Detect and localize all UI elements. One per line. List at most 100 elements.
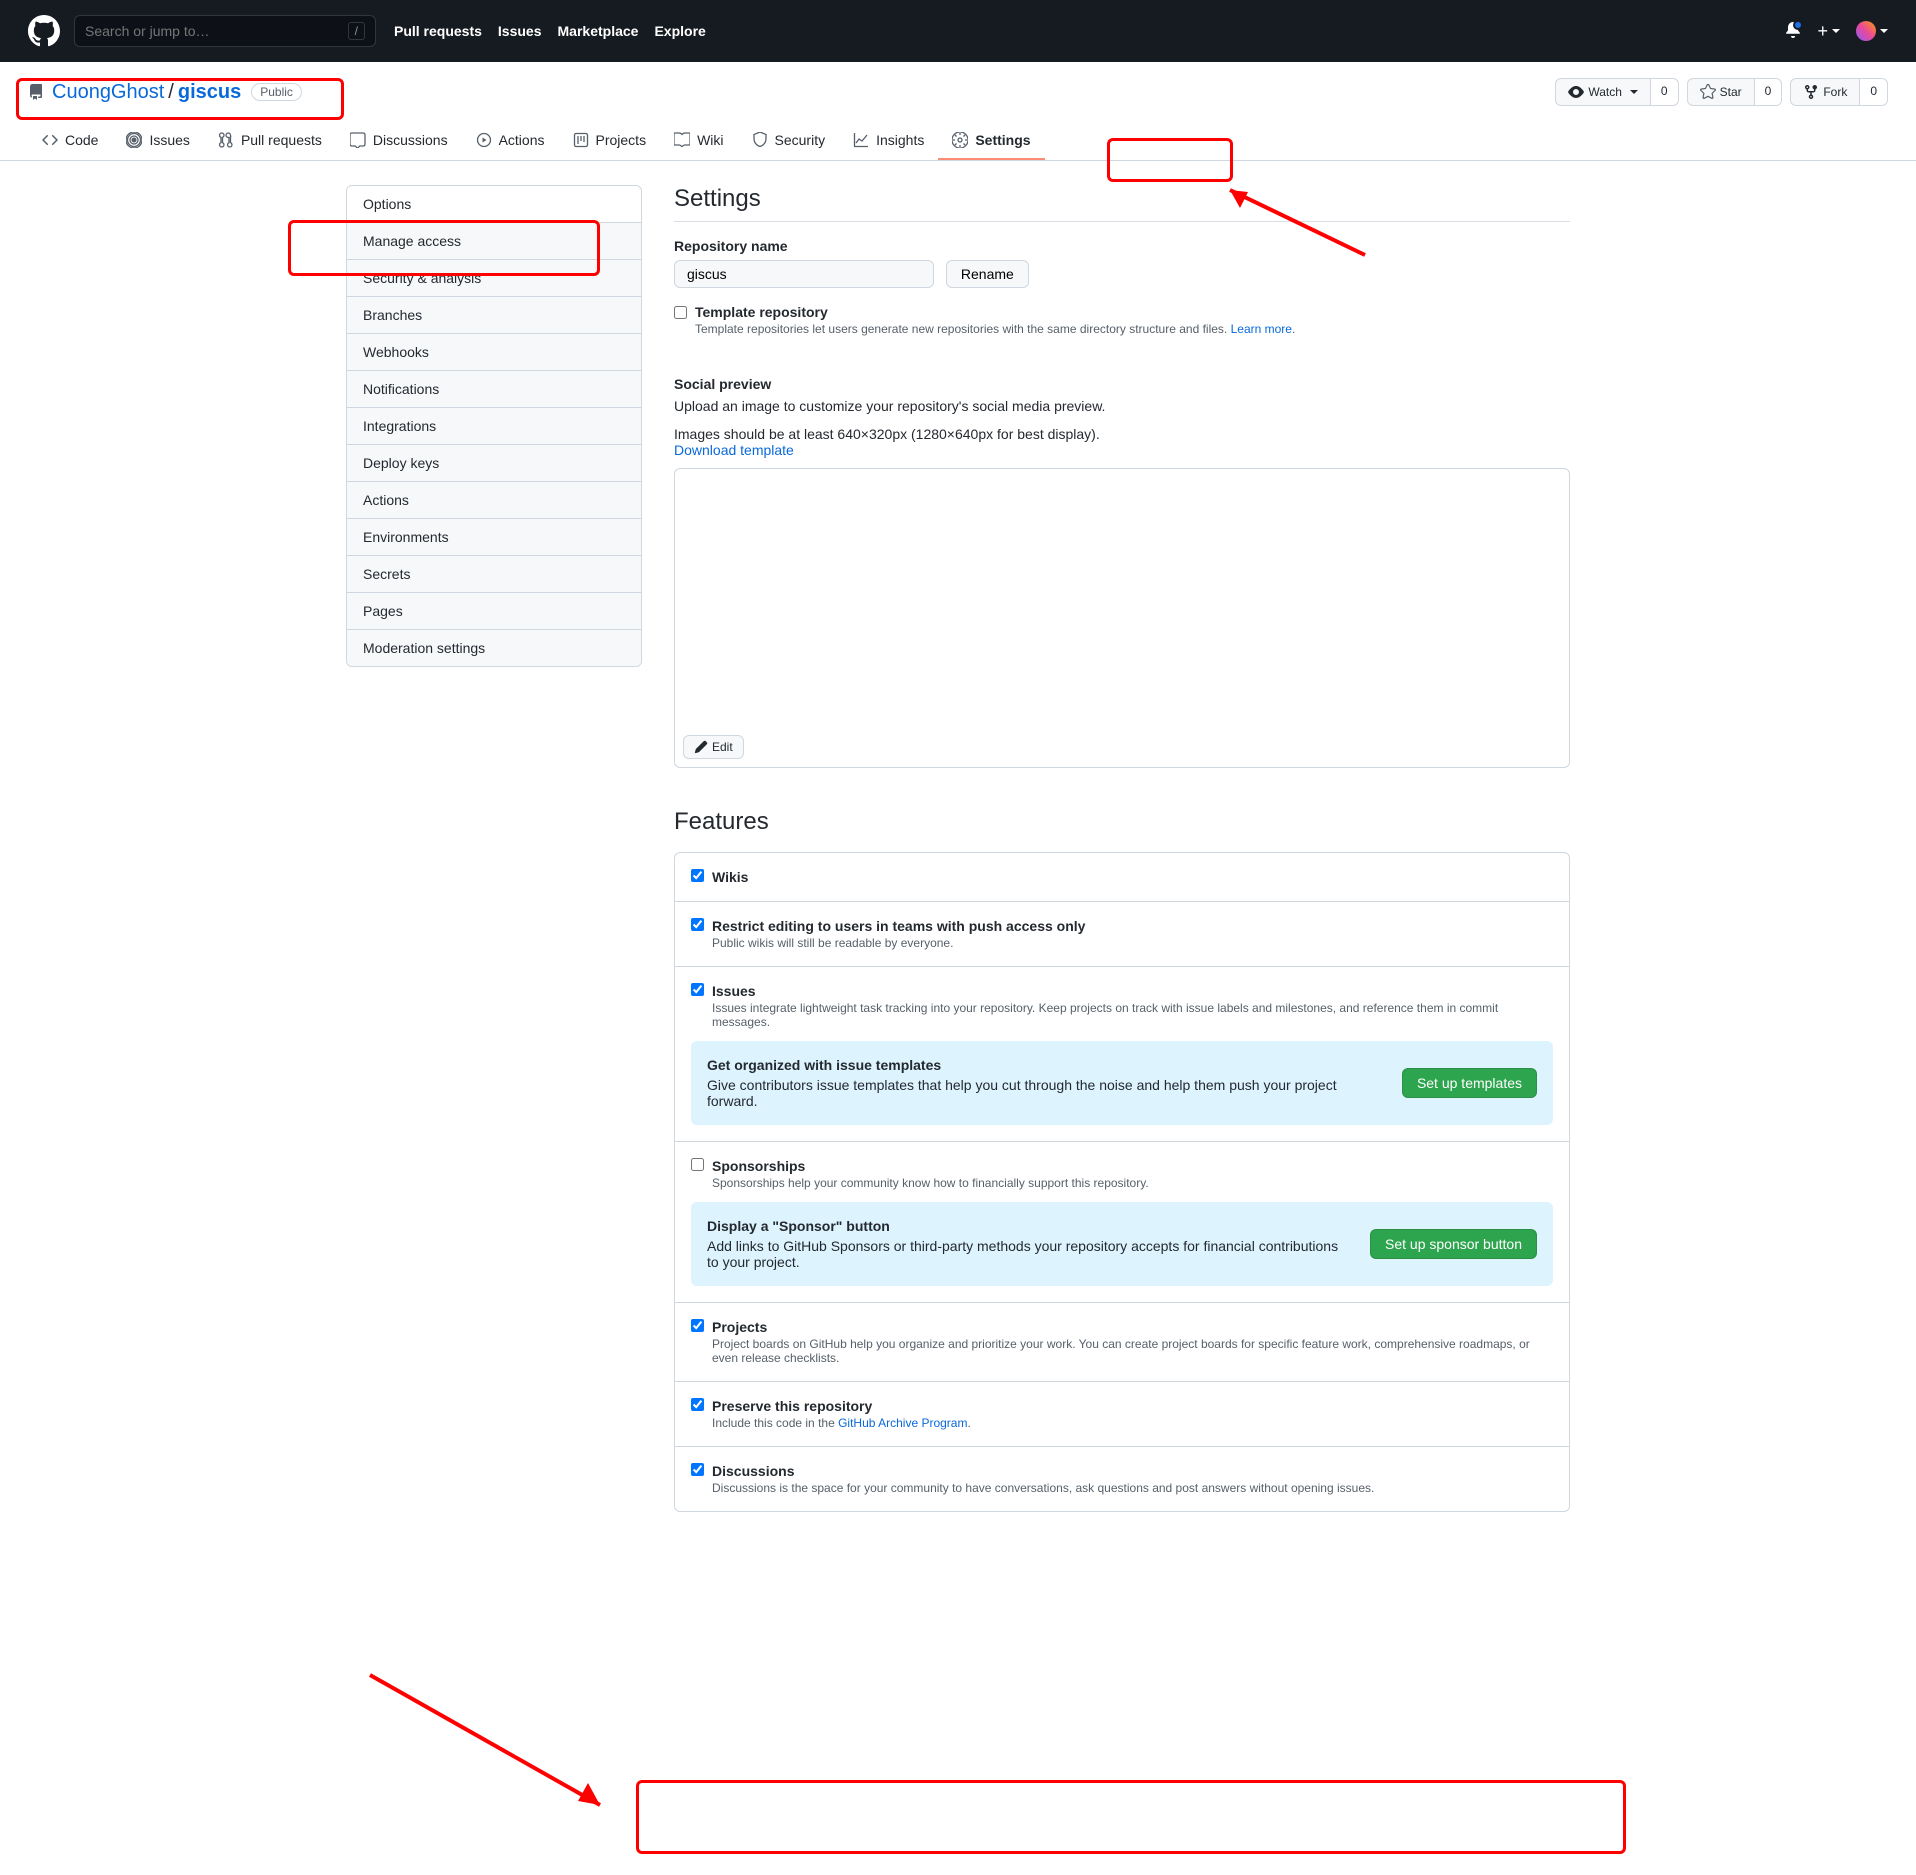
features-title: Features bbox=[674, 808, 1570, 836]
star-button[interactable]: Star bbox=[1687, 78, 1755, 106]
settings-title: Settings bbox=[674, 185, 1570, 222]
github-logo[interactable] bbox=[28, 15, 60, 47]
preserve-label: Preserve this repository bbox=[712, 1398, 971, 1414]
issues-icon bbox=[126, 132, 142, 148]
tab-actions[interactable]: Actions bbox=[462, 122, 559, 160]
star-icon bbox=[1700, 84, 1716, 100]
discussions-checkbox[interactable] bbox=[691, 1463, 704, 1476]
restrict-label: Restrict editing to users in teams with … bbox=[712, 918, 1085, 934]
repo-name-input[interactable] bbox=[674, 260, 934, 288]
nav-explore[interactable]: Explore bbox=[654, 23, 705, 39]
annotation-discussions bbox=[636, 1780, 1626, 1854]
issues-checkbox[interactable] bbox=[691, 983, 704, 996]
sidebar-item-security-analysis[interactable]: Security & analysis bbox=[347, 260, 641, 297]
graph-icon bbox=[853, 132, 869, 148]
issues-note: Issues integrate lightweight task tracki… bbox=[712, 1001, 1553, 1029]
eye-icon bbox=[1568, 84, 1584, 100]
notifications-icon[interactable] bbox=[1785, 22, 1801, 41]
edit-preview-button[interactable]: Edit bbox=[683, 735, 744, 759]
template-note: Template repositories let users generate… bbox=[695, 322, 1295, 336]
projects-note: Project boards on GitHub help you organi… bbox=[712, 1337, 1553, 1365]
social-preview-title: Social preview bbox=[674, 376, 1570, 392]
tab-settings[interactable]: Settings bbox=[938, 122, 1044, 160]
tab-security[interactable]: Security bbox=[738, 122, 840, 160]
tab-wiki[interactable]: Wiki bbox=[660, 122, 737, 160]
projects-icon bbox=[573, 132, 589, 148]
nav-issues[interactable]: Issues bbox=[498, 23, 542, 39]
tab-projects[interactable]: Projects bbox=[559, 122, 661, 160]
star-label: Star bbox=[1720, 85, 1742, 99]
sidebar-item-secrets[interactable]: Secrets bbox=[347, 556, 641, 593]
repo-name-link[interactable]: giscus bbox=[178, 81, 241, 104]
discussions-label: Discussions bbox=[712, 1463, 1374, 1479]
discussions-note: Discussions is the space for your commun… bbox=[712, 1481, 1374, 1495]
rename-button[interactable]: Rename bbox=[946, 260, 1029, 288]
sidebar-item-manage-access[interactable]: Manage access bbox=[347, 223, 641, 260]
sidebar-item-notifications[interactable]: Notifications bbox=[347, 371, 641, 408]
pull-request-icon bbox=[218, 132, 234, 148]
setup-sponsor-button[interactable]: Set up sponsor button bbox=[1370, 1229, 1537, 1259]
watch-button[interactable]: Watch bbox=[1555, 78, 1651, 106]
fork-icon bbox=[1803, 84, 1819, 100]
download-template-link[interactable]: Download template bbox=[674, 442, 794, 458]
discussions-icon bbox=[350, 132, 366, 148]
tab-code[interactable]: Code bbox=[28, 122, 112, 160]
search-input[interactable]: / bbox=[74, 15, 376, 47]
sidebar-item-pages[interactable]: Pages bbox=[347, 593, 641, 630]
sponsorships-label: Sponsorships bbox=[712, 1158, 1149, 1174]
code-icon bbox=[42, 132, 58, 148]
settings-sidebar: Options Manage access Security & analysi… bbox=[346, 185, 642, 667]
issues-label: Issues bbox=[712, 983, 1553, 999]
repo-icon bbox=[28, 84, 44, 100]
user-menu[interactable] bbox=[1856, 21, 1888, 41]
fork-button[interactable]: Fork bbox=[1790, 78, 1860, 106]
setup-templates-button[interactable]: Set up templates bbox=[1402, 1068, 1537, 1098]
sponsor-callout: Display a "Sponsor" button Add links to … bbox=[691, 1202, 1553, 1286]
create-new-menu[interactable]: + bbox=[1817, 21, 1840, 42]
features-list: Wikis Restrict editing to users in teams… bbox=[674, 852, 1570, 1512]
restrict-checkbox[interactable] bbox=[691, 918, 704, 931]
social-preview-box: Edit bbox=[674, 468, 1570, 768]
watch-count[interactable]: 0 bbox=[1651, 78, 1679, 106]
repo-tabs: Code Issues Pull requests Discussions Ac… bbox=[28, 122, 1888, 160]
search-field[interactable] bbox=[85, 23, 348, 39]
archive-program-link[interactable]: GitHub Archive Program bbox=[838, 1416, 967, 1430]
restrict-note: Public wikis will still be readable by e… bbox=[712, 936, 1085, 950]
wikis-checkbox[interactable] bbox=[691, 869, 704, 882]
sidebar-item-actions[interactable]: Actions bbox=[347, 482, 641, 519]
sponsor-callout-title: Display a "Sponsor" button bbox=[707, 1218, 1350, 1234]
tab-pull-requests[interactable]: Pull requests bbox=[204, 122, 336, 160]
repo-name-label: Repository name bbox=[674, 238, 1570, 254]
nav-marketplace[interactable]: Marketplace bbox=[558, 23, 639, 39]
sidebar-item-environments[interactable]: Environments bbox=[347, 519, 641, 556]
actions-icon bbox=[476, 132, 492, 148]
sidebar-item-integrations[interactable]: Integrations bbox=[347, 408, 641, 445]
gear-icon bbox=[952, 132, 968, 148]
shield-icon bbox=[752, 132, 768, 148]
projects-checkbox[interactable] bbox=[691, 1319, 704, 1332]
annotation-arrow-discussions bbox=[360, 1665, 620, 1815]
projects-label: Projects bbox=[712, 1319, 1553, 1335]
fork-count[interactable]: 0 bbox=[1860, 78, 1888, 106]
issues-callout-desc: Give contributors issue templates that h… bbox=[707, 1077, 1382, 1109]
sidebar-item-branches[interactable]: Branches bbox=[347, 297, 641, 334]
template-label: Template repository bbox=[695, 304, 1295, 320]
pencil-icon bbox=[694, 740, 708, 754]
tab-insights[interactable]: Insights bbox=[839, 122, 938, 160]
path-separator: / bbox=[168, 81, 174, 104]
sidebar-item-webhooks[interactable]: Webhooks bbox=[347, 334, 641, 371]
repo-owner-link[interactable]: CuongGhost bbox=[52, 81, 164, 104]
tab-discussions[interactable]: Discussions bbox=[336, 122, 462, 160]
sidebar-item-deploy-keys[interactable]: Deploy keys bbox=[347, 445, 641, 482]
sidebar-item-moderation[interactable]: Moderation settings bbox=[347, 630, 641, 666]
preserve-checkbox[interactable] bbox=[691, 1398, 704, 1411]
tab-issues[interactable]: Issues bbox=[112, 122, 203, 160]
repo-header: CuongGhost / giscus Public Watch 0 Star … bbox=[0, 62, 1916, 161]
nav-pull-requests[interactable]: Pull requests bbox=[394, 23, 482, 39]
learn-more-link[interactable]: Learn more bbox=[1231, 322, 1292, 336]
sidebar-item-options[interactable]: Options bbox=[347, 186, 641, 223]
sponsorships-checkbox[interactable] bbox=[691, 1158, 704, 1171]
star-count[interactable]: 0 bbox=[1755, 78, 1783, 106]
social-preview-size: Images should be at least 640×320px (128… bbox=[674, 426, 1570, 442]
template-checkbox[interactable] bbox=[674, 306, 687, 319]
